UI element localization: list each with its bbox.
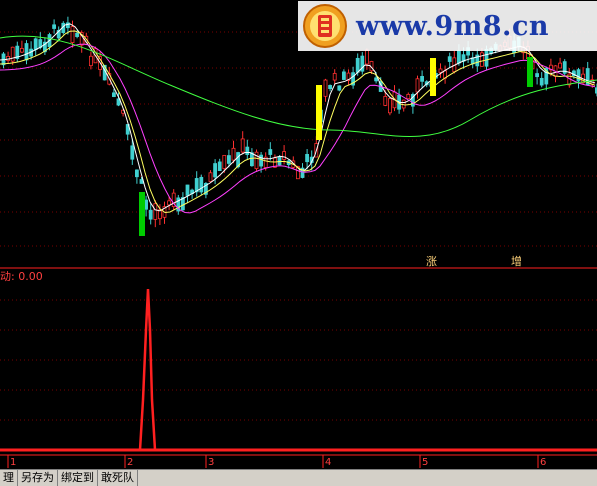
candle-body [456, 50, 461, 64]
candle-body [185, 184, 190, 196]
candle-body [254, 151, 259, 170]
tab-save-as[interactable]: 另存为 [18, 470, 58, 486]
candle-body [479, 52, 484, 67]
candle-body [134, 169, 139, 178]
candle-body [112, 92, 116, 97]
watermark: www.9m8.cn [298, 1, 597, 51]
candle-body [52, 24, 56, 29]
candle-body [199, 176, 204, 193]
candle-body [355, 57, 360, 73]
signal-bar-yellow [430, 58, 436, 96]
candle-body [240, 138, 245, 153]
candle-body [259, 154, 264, 167]
signal-bar-green [139, 192, 145, 236]
candle-body [130, 145, 135, 160]
candle-body [406, 93, 411, 100]
candle-body [535, 73, 539, 78]
indicator-label: 动: 0.00 [0, 270, 43, 283]
candle-body [438, 68, 443, 73]
candle-body [374, 77, 379, 82]
candle-body [231, 147, 236, 161]
candle-body [217, 161, 222, 172]
candle-body [282, 151, 287, 160]
axis-label-6: 6 [540, 457, 546, 468]
tab-bind-to[interactable]: 绑定到 [58, 470, 98, 486]
oscillator-line [0, 288, 597, 452]
annotation-zhang: 涨 [426, 255, 437, 268]
ma-line-green [0, 35, 597, 137]
candle-body [167, 200, 172, 206]
candle-body [153, 203, 158, 220]
candle-body [10, 46, 15, 62]
time-axis-ticks [7, 455, 539, 468]
candle-body [277, 156, 282, 166]
candle-body [328, 85, 333, 89]
candle-body [415, 78, 420, 93]
candle-body [213, 163, 218, 178]
candle-body [383, 96, 388, 106]
axis-label-1: 1 [10, 457, 16, 468]
candle-body [268, 149, 273, 155]
candle-body [33, 38, 38, 50]
axis-label-2: 2 [127, 457, 133, 468]
candle-body [337, 85, 342, 91]
candle-body [222, 154, 227, 169]
candle-body [19, 48, 24, 53]
axis-label-5: 5 [422, 457, 428, 468]
axis-label-3: 3 [208, 457, 214, 468]
candle-body [75, 32, 79, 37]
signal-bar-yellow [316, 85, 322, 140]
annotation-zeng: 增 [511, 254, 522, 268]
candle-body [484, 48, 489, 67]
bottom-toolbar: 理 另存为 绑定到 敢死队 [0, 469, 597, 486]
candle-body [323, 79, 328, 97]
watermark-logo-icon [303, 4, 347, 48]
chart-canvas[interactable]: 涨 增 动: 0.00 1 2 3 4 5 6 [0, 0, 597, 486]
candle-body [226, 155, 231, 164]
candle-body [558, 62, 562, 69]
candle-body [148, 209, 153, 220]
candle-body [364, 49, 369, 65]
ma-line-long [0, 43, 596, 214]
candle-body [208, 172, 213, 182]
candle-body [144, 199, 149, 210]
candle-body [332, 73, 337, 81]
candle-body [341, 71, 346, 80]
axis-label-4: 4 [325, 457, 331, 468]
candle-body [66, 22, 70, 29]
candle-body [447, 56, 452, 62]
tab-manage[interactable]: 理 [0, 470, 18, 486]
tab-dare-to-die-squad[interactable]: 敢死队 [98, 470, 138, 486]
candle-body [539, 77, 544, 86]
watermark-text: www.9m8.cn [356, 10, 550, 42]
candle-body [305, 153, 310, 163]
candle-body [89, 55, 93, 67]
candle-body [245, 146, 250, 155]
moving-averages [0, 23, 597, 214]
candle-body [70, 26, 75, 43]
candle-body [249, 152, 254, 167]
signal-bar-green [527, 57, 533, 87]
oscillator-grid [0, 299, 597, 421]
candle-body [420, 76, 425, 82]
ma-line-short [0, 23, 596, 212]
candle-body [387, 98, 392, 114]
candle-body [24, 43, 29, 61]
